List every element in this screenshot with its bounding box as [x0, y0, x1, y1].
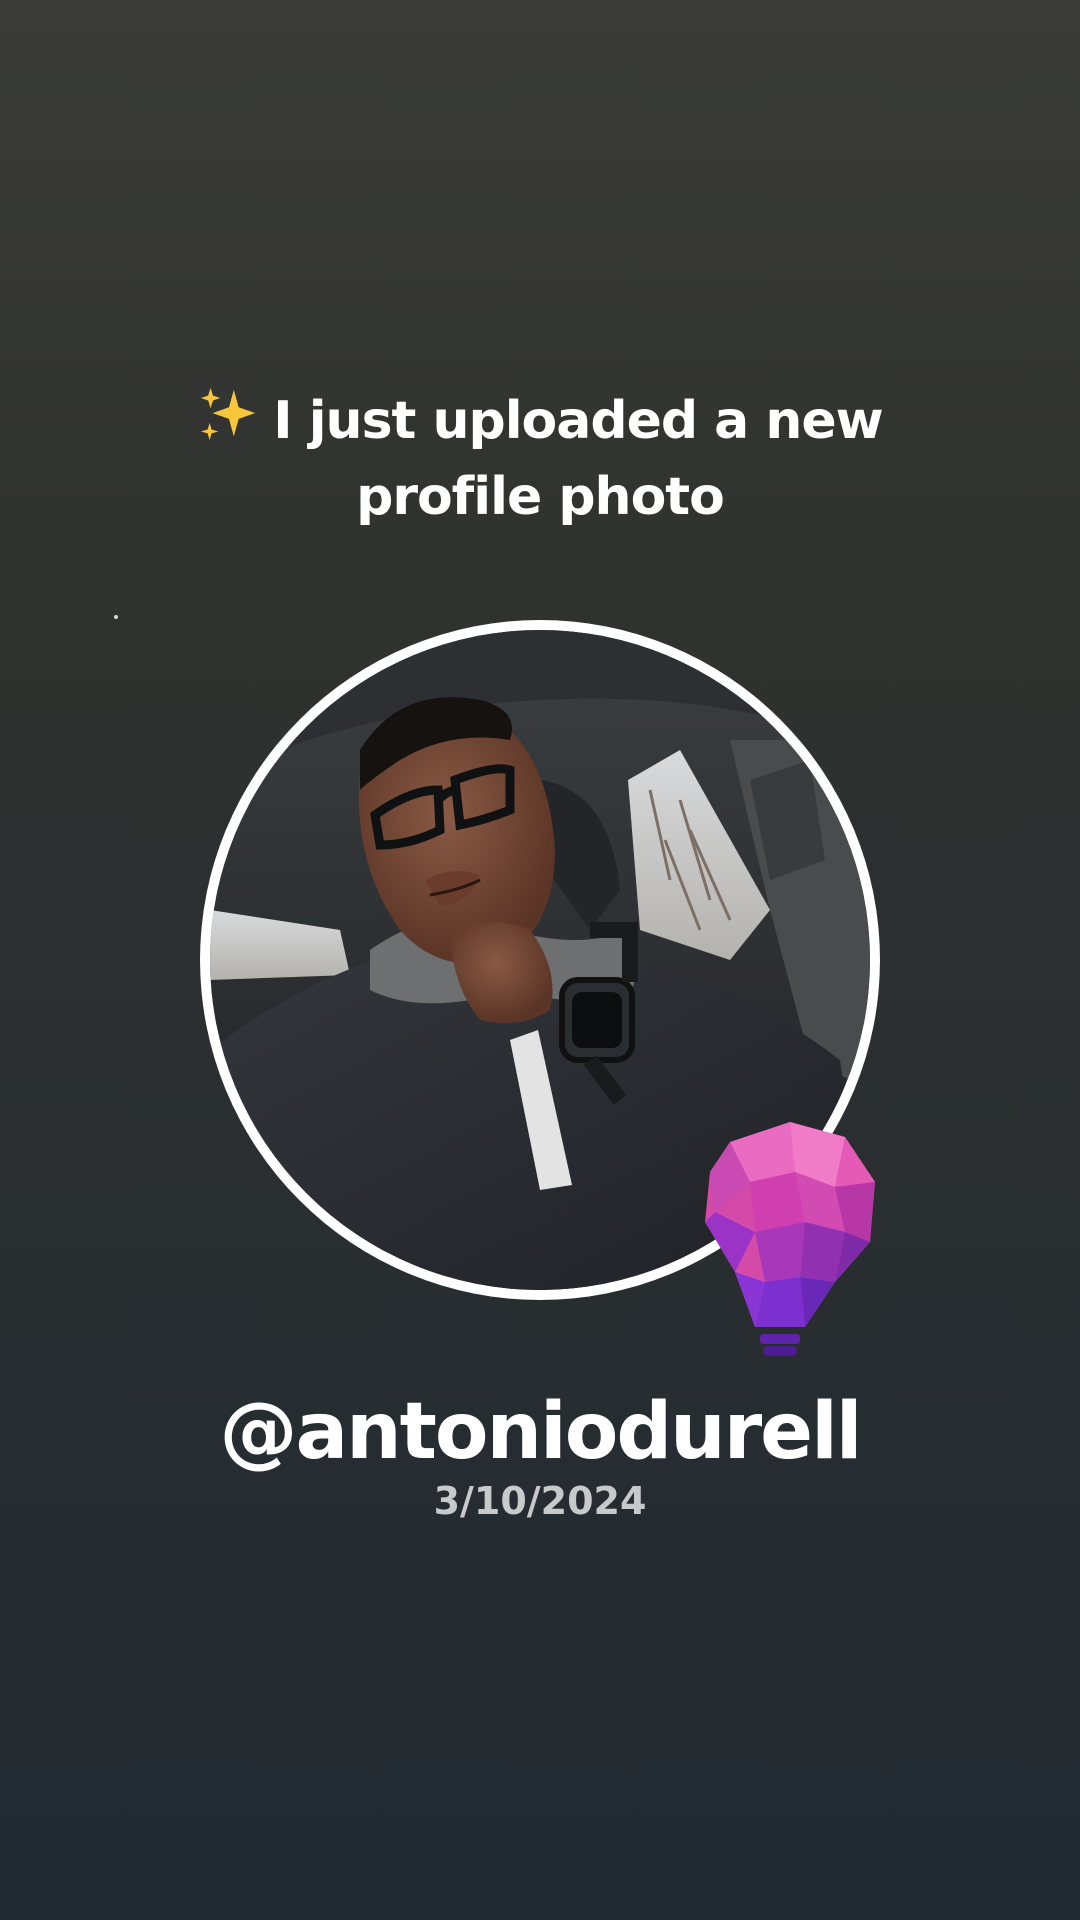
- sparkles-icon: [201, 387, 256, 441]
- username[interactable]: @antoniodurell: [0, 1382, 1080, 1482]
- decorative-dot: [114, 615, 118, 619]
- headline: I just uploaded a new profile photo: [0, 383, 1080, 535]
- headline-line-2: profile photo: [356, 467, 725, 527]
- headline-line-1: I just uploaded a new: [0, 383, 1080, 459]
- headline-text-1: I just uploaded a new: [273, 391, 883, 451]
- lightbulb-icon: [705, 1122, 875, 1356]
- upload-date: 3/10/2024: [433, 1479, 647, 1523]
